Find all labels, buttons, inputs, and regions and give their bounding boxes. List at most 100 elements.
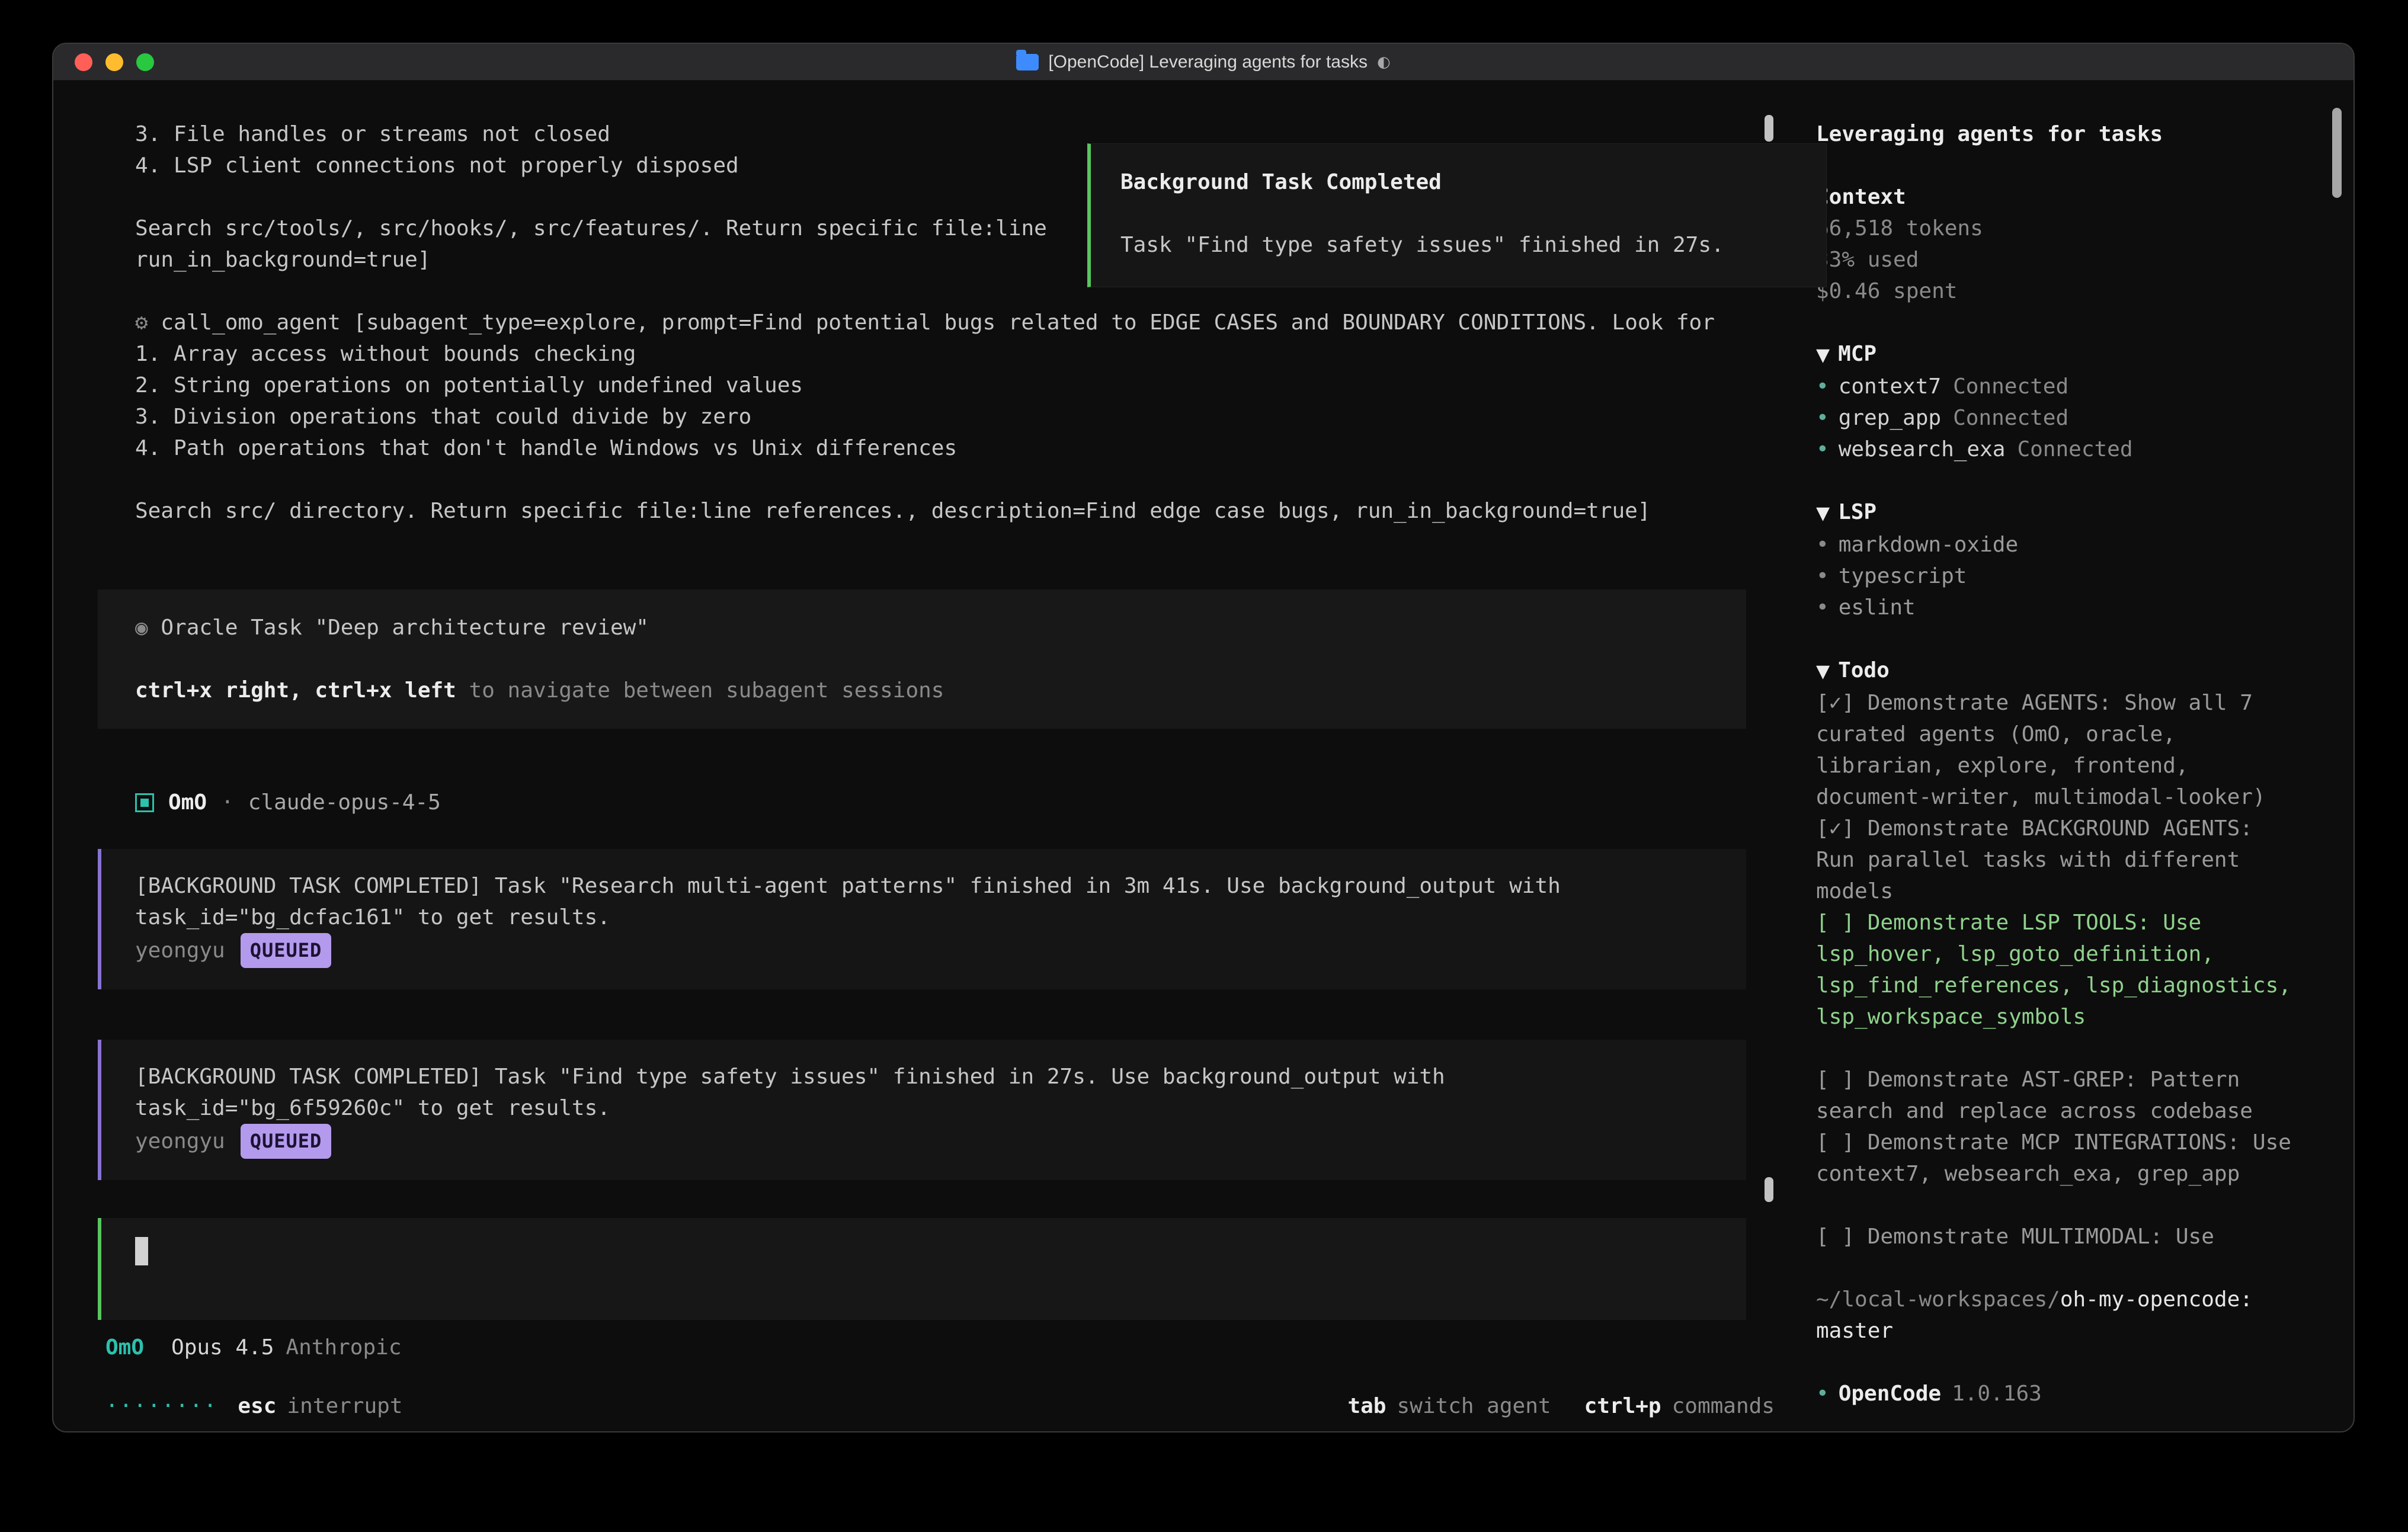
background-task-message: [BACKGROUND TASK COMPLETED] Task "Find t… bbox=[98, 1040, 1746, 1180]
main-scrollbar-thumb[interactable] bbox=[1765, 1177, 1773, 1202]
todo-section-heading[interactable]: ▼Todo bbox=[1816, 655, 2321, 687]
bullet-icon: • bbox=[1816, 374, 1829, 399]
main-scrollbar-thumb[interactable] bbox=[1765, 115, 1773, 142]
branch-name: master bbox=[1816, 1319, 1893, 1343]
minimize-button[interactable] bbox=[105, 53, 123, 71]
todo-item: [ ] Demonstrate MCP INTEGRATIONS: Use co… bbox=[1816, 1127, 2294, 1190]
active-model-label: Opus 4.5 bbox=[171, 1332, 274, 1363]
bullet-icon: • bbox=[1816, 595, 1829, 620]
bullet-icon: • bbox=[1816, 1382, 1829, 1406]
workspace-path: ~/local-workspaces/oh-my-opencode: maste… bbox=[1816, 1284, 2294, 1347]
checkbox-empty-icon: [ ] bbox=[1816, 1130, 1855, 1155]
opencode-folder-icon bbox=[1016, 54, 1039, 70]
zoom-button[interactable] bbox=[136, 53, 154, 71]
checkbox-checked-icon: [✓] bbox=[1816, 691, 1855, 715]
tool-call-item: 2. String operations on potentially unde… bbox=[135, 370, 1816, 401]
lsp-item: •eslint bbox=[1816, 592, 2321, 623]
background-task-message: [BACKGROUND TASK COMPLETED] Task "Resear… bbox=[98, 849, 1746, 989]
oracle-task-panel: ◉ Oracle Task "Deep architecture review"… bbox=[98, 589, 1746, 729]
esc-key-hint: esc bbox=[238, 1390, 276, 1422]
subagent-nav-hint: ctrl+x right, ctrl+x left to navigate be… bbox=[135, 675, 1746, 706]
chevron-down-icon: ▼ bbox=[1816, 661, 1830, 682]
todo-item: [ ] Demonstrate MULTIMODAL: Use bbox=[1816, 1221, 2294, 1252]
window-title-area: [OpenCode] Leveraging agents for tasks ◐ bbox=[53, 44, 2353, 80]
todo-item: [ ] Demonstrate AST-GREP: Pattern search… bbox=[1816, 1064, 2294, 1127]
lsp-section-heading[interactable]: ▼LSP bbox=[1816, 496, 2321, 529]
queued-badge: QUEUED bbox=[241, 1124, 332, 1159]
app-window: [OpenCode] Leveraging agents for tasks ◐… bbox=[52, 43, 2355, 1432]
oracle-task-title: Oracle Task "Deep architecture review" bbox=[161, 616, 649, 640]
tool-call-item: 1. Array access without bounds checking bbox=[135, 338, 1816, 370]
ctrlp-key-label: commands bbox=[1672, 1390, 1775, 1422]
agent-model: claude-opus-4-5 bbox=[248, 787, 441, 818]
sidebar-scrollbar-thumb[interactable] bbox=[2332, 108, 2342, 198]
bullet-icon: • bbox=[1816, 564, 1829, 588]
tool-call-tail: Search src/ directory. Return specific f… bbox=[135, 495, 1816, 527]
spinner-dots-icon: ········ bbox=[105, 1390, 217, 1422]
chevron-down-icon: ▼ bbox=[1816, 503, 1830, 524]
queued-badge: QUEUED bbox=[241, 933, 332, 968]
agent-name: OmO bbox=[168, 787, 207, 818]
session-sidebar: Leveraging agents for tasks Context 66,5… bbox=[1816, 81, 2353, 1431]
context-used: 33% used bbox=[1816, 244, 2321, 275]
separator-dot: · bbox=[221, 787, 234, 818]
todo-item: [✓] Demonstrate BACKGROUND AGENTS: Run p… bbox=[1816, 813, 2294, 907]
active-agent-label: OmO bbox=[105, 1332, 144, 1363]
gear-icon: ⚙ bbox=[135, 310, 148, 335]
checkbox-empty-icon: [ ] bbox=[1816, 911, 1855, 935]
session-title: Leveraging agents for tasks bbox=[1816, 118, 2321, 150]
toast-body: Task "Find type safety issues" finished … bbox=[1120, 229, 1826, 261]
agent-header: OmO · claude-opus-4-5 bbox=[135, 787, 1816, 818]
message-text-line: [BACKGROUND TASK COMPLETED] Task "Find t… bbox=[135, 1061, 1746, 1092]
hint-keys: ctrl+x right, ctrl+x left bbox=[135, 678, 456, 703]
close-button[interactable] bbox=[75, 53, 92, 71]
bullet-icon: • bbox=[1816, 533, 1829, 557]
titlebar[interactable]: [OpenCode] Leveraging agents for tasks ◐ bbox=[53, 44, 2353, 81]
message-text-line: task_id="bg_dcfac161" to get results. bbox=[135, 902, 1746, 933]
main-terminal: 3. File handles or streams not closed 4.… bbox=[53, 81, 1816, 1431]
oracle-task-title-line: ◉ Oracle Task "Deep architecture review" bbox=[135, 612, 1746, 643]
message-author: yeongyu bbox=[135, 935, 225, 966]
tool-call-line: ⚙ call_omo_agent [subagent_type=explore,… bbox=[135, 307, 1816, 338]
background-task-toast: Background Task Completed Task "Find typ… bbox=[1087, 143, 1827, 287]
tool-call-item: 4. Path operations that don't handle Win… bbox=[135, 432, 1816, 464]
text-cursor bbox=[135, 1237, 148, 1265]
message-author: yeongyu bbox=[135, 1126, 225, 1157]
message-text-line: [BACKGROUND TASK COMPLETED] Task "Resear… bbox=[135, 870, 1746, 902]
checkbox-checked-icon: [✓] bbox=[1816, 816, 1855, 841]
input-footer: OmO Opus 4.5 Anthropic bbox=[105, 1332, 1816, 1363]
app-version: •OpenCode1.0.163 bbox=[1816, 1378, 2321, 1409]
prompt-input[interactable] bbox=[98, 1218, 1746, 1320]
toast-title: Background Task Completed bbox=[1120, 166, 1826, 198]
window-title: [OpenCode] Leveraging agents for tasks bbox=[1048, 52, 1368, 72]
mcp-item: •grep_appConnected bbox=[1816, 402, 2321, 434]
lsp-item: •markdown-oxide bbox=[1816, 529, 2321, 560]
checkbox-empty-icon: [ ] bbox=[1816, 1068, 1855, 1092]
half-moon-icon: ◐ bbox=[1377, 53, 1391, 71]
tool-call-item: 3. Division operations that could divide… bbox=[135, 401, 1816, 432]
mcp-section-heading[interactable]: ▼MCP bbox=[1816, 338, 2321, 371]
message-text-line: task_id="bg_6f59260c" to get results. bbox=[135, 1092, 1746, 1124]
hint-text: to navigate between subagent sessions bbox=[456, 678, 944, 703]
status-bar: ········ esc interrupt tab switch agent … bbox=[105, 1390, 1775, 1422]
bullet-icon: • bbox=[1816, 406, 1829, 430]
bullet-icon: • bbox=[1816, 437, 1829, 461]
esc-key-label: interrupt bbox=[287, 1390, 402, 1422]
tab-key-hint: tab bbox=[1347, 1390, 1386, 1422]
provider-label: Anthropic bbox=[286, 1332, 401, 1363]
checkbox-empty-icon: [ ] bbox=[1816, 1225, 1855, 1249]
todo-item-current: [ ] Demonstrate LSP TOOLS: Use lsp_hover… bbox=[1816, 907, 2294, 1033]
chevron-down-icon: ▼ bbox=[1816, 345, 1830, 366]
lsp-item: •typescript bbox=[1816, 560, 2321, 592]
context-tokens: 66,518 tokens bbox=[1816, 213, 2321, 244]
mcp-item: •context7Connected bbox=[1816, 371, 2321, 402]
mcp-item: •websearch_exaConnected bbox=[1816, 434, 2321, 465]
record-circle-icon: ◉ bbox=[135, 616, 148, 640]
context-spent: $0.46 spent bbox=[1816, 275, 2321, 307]
agent-checkbox-icon bbox=[135, 793, 154, 812]
ctrlp-key-hint: ctrl+p bbox=[1584, 1390, 1661, 1422]
window-controls bbox=[75, 53, 154, 71]
tab-key-label: switch agent bbox=[1397, 1390, 1551, 1422]
context-heading: Context bbox=[1816, 181, 2321, 213]
todo-item: [✓] Demonstrate AGENTS: Show all 7 curat… bbox=[1816, 687, 2294, 813]
